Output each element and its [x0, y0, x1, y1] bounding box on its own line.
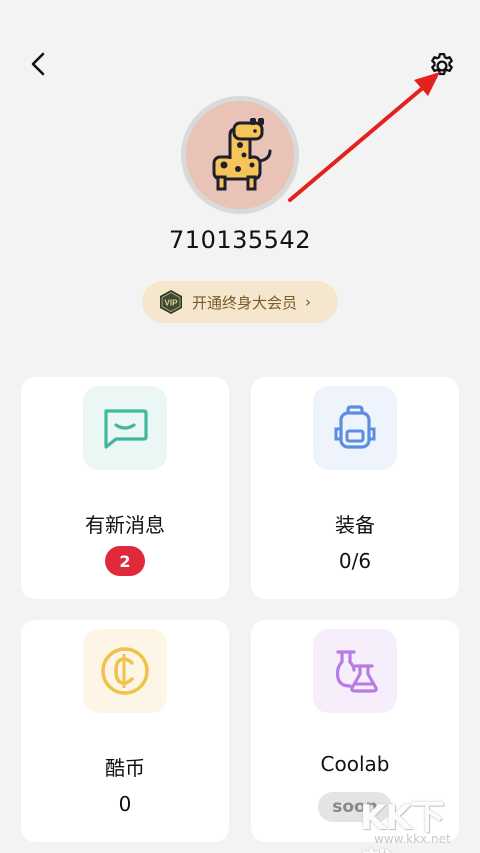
card-equipment-value: 0/6: [338, 549, 372, 573]
card-equipment[interactable]: 装备 0/6: [251, 377, 459, 599]
card-coolab[interactable]: Coolab soon: [251, 620, 459, 842]
back-button[interactable]: [22, 48, 54, 80]
message-count-badge: 2: [105, 546, 145, 576]
username: 710135542: [169, 226, 311, 254]
card-coins-icon-box: [83, 629, 167, 713]
card-coolab-title: Coolab: [320, 752, 390, 776]
settings-button[interactable]: [424, 48, 460, 84]
coin-icon: [101, 647, 149, 695]
card-coins-value: 0: [118, 792, 132, 816]
avatar[interactable]: [181, 96, 299, 214]
card-coins[interactable]: 酷币 0: [21, 620, 229, 842]
backpack-icon: [334, 405, 376, 449]
card-equipment-title: 装备: [335, 513, 375, 537]
card-coins-title: 酷币: [105, 756, 145, 780]
chevron-right-icon: ›: [305, 293, 312, 311]
card-messages-title: 有新消息: [85, 513, 165, 537]
card-messages[interactable]: 有新消息 2: [21, 377, 229, 599]
svg-text:VIP: VIP: [165, 299, 179, 308]
flask-icon: [335, 650, 378, 693]
chevron-left-icon: [31, 52, 45, 76]
giraffe-icon: [212, 118, 272, 191]
card-equipment-icon-box: [313, 386, 397, 470]
gear-icon: [431, 53, 453, 76]
card-messages-icon-box: [83, 386, 167, 470]
vip-label: 开通终身大会员: [192, 293, 298, 312]
message-icon: [104, 409, 148, 449]
vip-upgrade-button[interactable]: VIP 开通终身大会员 ›: [142, 281, 338, 323]
soon-badge: soon: [318, 792, 392, 822]
card-coolab-icon-box: [313, 629, 397, 713]
vip-badge-icon: VIP: [158, 289, 184, 315]
